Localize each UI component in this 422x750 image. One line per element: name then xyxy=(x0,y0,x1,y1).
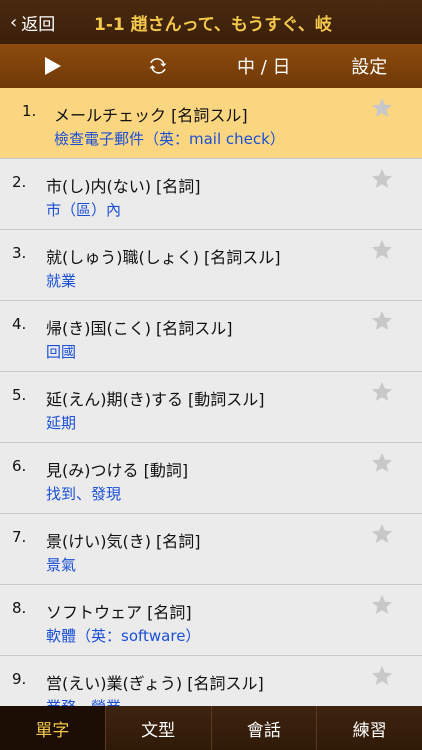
item-number: 9. xyxy=(12,670,27,688)
tab-conversation[interactable]: 會話 xyxy=(212,706,318,750)
item-number: 1. xyxy=(22,102,37,120)
star-icon[interactable] xyxy=(370,238,394,262)
japanese-term: 景(けい)気(き) [名詞] xyxy=(46,532,201,551)
tab-practice[interactable]: 練習 xyxy=(317,706,422,750)
star-icon[interactable] xyxy=(370,380,394,404)
list-item[interactable]: 6. 見(み)つける [動詞] 找到、發現 xyxy=(0,443,422,514)
star-icon[interactable] xyxy=(370,593,394,617)
star-icon[interactable] xyxy=(370,309,394,333)
item-number: 5. xyxy=(12,386,27,404)
settings-button[interactable]: 設定 xyxy=(317,44,422,88)
chinese-translation: 就業 xyxy=(46,272,77,290)
japanese-term: メールチェック [名詞スル] xyxy=(54,106,248,125)
chinese-translation: 延期 xyxy=(46,414,77,432)
toolbar: 中 / 日 設定 xyxy=(0,44,422,88)
japanese-term: 就(しゅう)職(しょく) [名詞スル] xyxy=(46,248,281,267)
refresh-button[interactable] xyxy=(106,44,212,88)
japanese-term: 営(えい)業(ぎょう) [名詞スル] xyxy=(46,674,264,693)
language-toggle-button[interactable]: 中 / 日 xyxy=(211,44,317,88)
lesson-title: 1-1 趙さんって、もうすぐ、岐 xyxy=(94,14,332,35)
item-number: 3. xyxy=(12,244,27,262)
star-icon[interactable] xyxy=(370,522,394,546)
list-item[interactable]: 5. 延(えん)期(き)する [動詞スル] 延期 xyxy=(0,372,422,443)
star-icon[interactable] xyxy=(370,664,394,688)
chinese-translation: 景氣 xyxy=(46,556,77,574)
japanese-term: 帰(き)国(こく) [名詞スル] xyxy=(46,319,233,338)
item-number: 8. xyxy=(12,599,27,617)
play-icon xyxy=(44,57,61,75)
japanese-term: 延(えん)期(き)する [動詞スル] xyxy=(46,390,265,409)
back-button[interactable]: ‹ 返回 xyxy=(0,0,80,44)
item-number: 2. xyxy=(12,173,27,191)
list-item[interactable]: 3. 就(しゅう)職(しょく) [名詞スル] 就業 xyxy=(0,230,422,301)
japanese-term: 市(し)内(ない) [名詞] xyxy=(46,177,201,196)
chinese-translation: 業務、營業 xyxy=(46,696,121,706)
tab-vocabulary[interactable]: 單字 xyxy=(0,706,106,750)
japanese-term: 見(み)つける [動詞] xyxy=(46,461,189,480)
list-item[interactable]: 7. 景(けい)気(き) [名詞] 景氣 xyxy=(0,514,422,585)
list-item[interactable]: 2. 市(し)内(ない) [名詞] 市（區）內 xyxy=(0,159,422,230)
back-label: 返回 xyxy=(21,14,56,35)
item-number: 7. xyxy=(12,528,27,546)
star-icon[interactable] xyxy=(370,167,394,191)
bottom-tab-bar: 單字 文型 會話 練習 xyxy=(0,706,422,750)
chinese-translation: 回國 xyxy=(46,343,77,361)
star-icon[interactable] xyxy=(370,96,394,120)
list-item[interactable]: 8. ソフトウェア [名詞] 軟體（英：software） xyxy=(0,585,422,656)
japanese-term: ソフトウェア [名詞] xyxy=(46,603,192,622)
star-icon[interactable] xyxy=(370,451,394,475)
list-item[interactable]: 1. メールチェック [名詞スル] 檢查電子郵件（英：mail check） xyxy=(0,88,422,159)
chinese-translation: 軟體（英：software） xyxy=(46,627,201,645)
chevron-left-icon: ‹ xyxy=(10,11,18,33)
chinese-translation: 市（區）內 xyxy=(46,201,122,219)
list-item[interactable]: 9. 営(えい)業(ぎょう) [名詞スル] 業務、營業 xyxy=(0,656,422,706)
item-number: 4. xyxy=(12,315,27,333)
vocabulary-list: 1. メールチェック [名詞スル] 檢查電子郵件（英：mail check） 2… xyxy=(0,88,422,706)
refresh-icon xyxy=(149,58,167,74)
list-item[interactable]: 4. 帰(き)国(こく) [名詞スル] 回國 xyxy=(0,301,422,372)
item-number: 6. xyxy=(12,457,27,475)
title-bar: ‹ 返回 1-1 趙さんって、もうすぐ、岐 xyxy=(0,0,422,44)
play-button[interactable] xyxy=(0,44,106,88)
chinese-translation: 找到、發現 xyxy=(46,485,122,503)
tab-grammar[interactable]: 文型 xyxy=(106,706,212,750)
chinese-translation: 檢查電子郵件（英：mail check） xyxy=(54,130,285,148)
